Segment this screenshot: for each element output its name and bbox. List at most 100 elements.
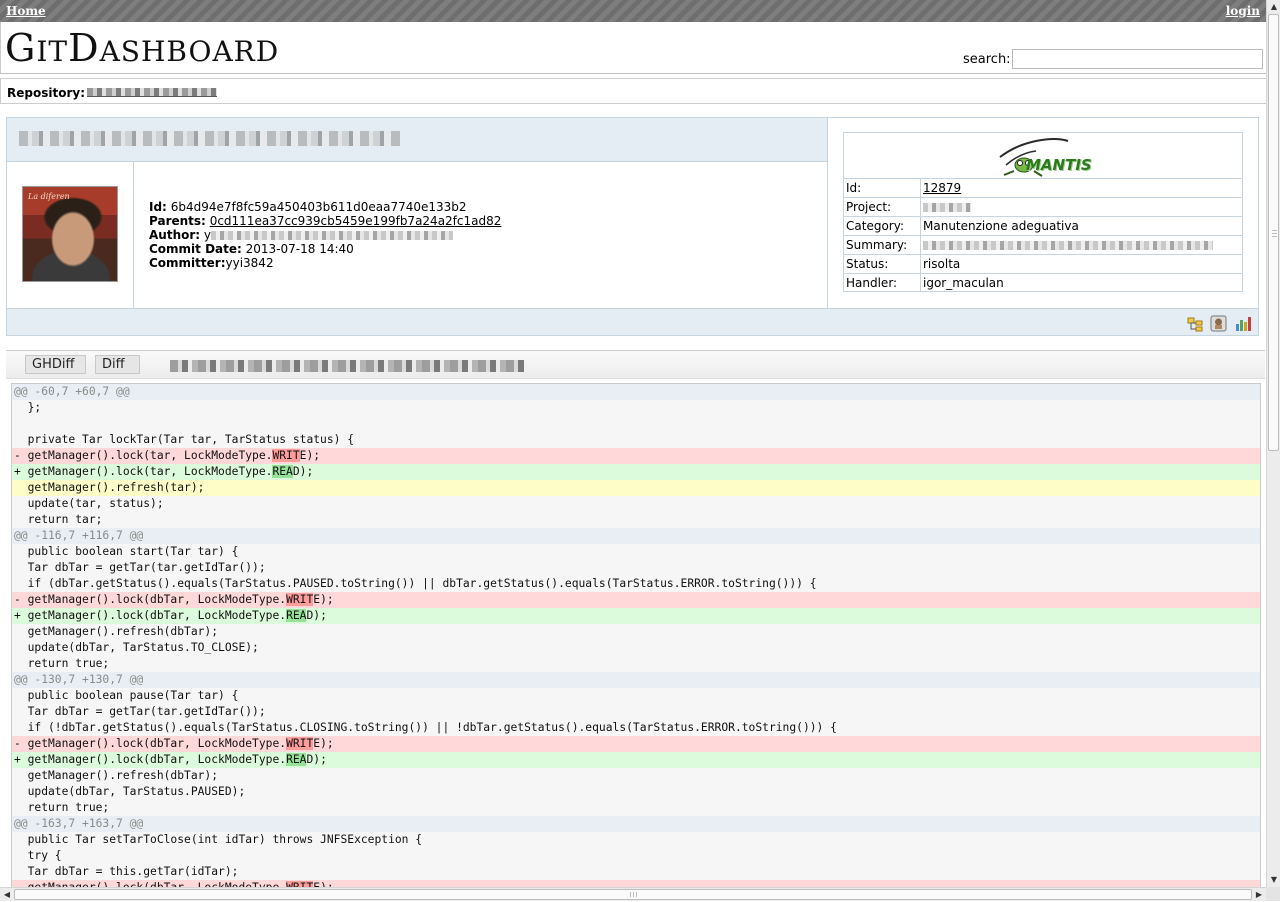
mantis-value: igor_maculan xyxy=(923,276,1004,290)
scroll-up-arrow-icon[interactable]: ▲ xyxy=(1267,0,1280,14)
commit-id-label: Id: xyxy=(149,200,167,214)
diff-line: if (dbTar.getStatus().equals(TarStatus.P… xyxy=(12,576,1260,592)
puzzle-icon[interactable] xyxy=(1210,315,1227,332)
diff-line: getManager().refresh(tar); xyxy=(12,480,1260,496)
parent-commit-link[interactable]: 0cd111ea37cc939cb5459e199fb7a24a2fc1ad82 xyxy=(210,214,502,228)
diff-hunk-header: @@ -60,7 +60,7 @@ xyxy=(12,384,1260,400)
diff-line: public boolean pause(Tar tar) { xyxy=(12,688,1260,704)
mantis-issue-link[interactable]: 12879 xyxy=(923,179,961,197)
tree-icon[interactable] xyxy=(1187,315,1204,332)
vertical-scroll-thumb[interactable] xyxy=(1268,14,1279,451)
chart-icon[interactable] xyxy=(1235,315,1252,332)
commit-parents-label: Parents: xyxy=(149,214,206,228)
diff-change-highlight: REA xyxy=(272,465,293,478)
diff-line: update(dbTar, TarStatus.TO_CLOSE); xyxy=(12,640,1260,656)
diff-line: + getManager().lock(dbTar, LockModeType.… xyxy=(12,752,1260,768)
committer-value: yyi3842 xyxy=(225,256,274,270)
search-input[interactable] xyxy=(1012,49,1263,69)
committer-row: Committer:yyi3842 xyxy=(149,256,501,270)
search-label: search: xyxy=(963,52,1011,67)
scrollbar-corner xyxy=(1266,887,1280,901)
diff-line: update(tar, status); xyxy=(12,496,1260,512)
diff-line: Tar dbTar = this.getTar(idTar); xyxy=(12,864,1260,880)
commit-author-value: y xyxy=(203,228,212,242)
mantis-key: Project: xyxy=(844,198,921,216)
diff-line: public Tar setTarToClose(int idTar) thro… xyxy=(12,832,1260,848)
diff-line: + getManager().lock(tar, LockModeType.RE… xyxy=(12,464,1260,480)
diff-line: return tar; xyxy=(12,512,1260,528)
mantis-logo[interactable]: MANTIS xyxy=(996,135,1092,177)
diff-line-text: D); xyxy=(292,465,314,478)
commit-info: La diferen Id: 6b4d94e7f8fc59a450403b611… xyxy=(7,162,828,308)
diff-tabs-bar: GHDiff Diff xyxy=(6,350,1265,379)
diff-hunk-header: @@ -163,7 +163,7 @@ xyxy=(12,816,1260,832)
diff-line-text: E); xyxy=(313,737,334,750)
scroll-left-arrow-icon[interactable]: ◀ xyxy=(0,888,14,902)
app-logo[interactable]: GITDASHBOARD xyxy=(5,28,279,72)
commit-parents-row: Parents: 0cd111ea37cc939cb5459e199fb7a24… xyxy=(149,214,501,228)
diff-change-highlight: REA xyxy=(286,753,307,766)
diff-line-text: + getManager().lock(dbTar, LockModeType. xyxy=(14,609,287,622)
mantis-project-redacted xyxy=(923,198,971,216)
mantis-logo-cell: MANTIS xyxy=(844,133,1242,179)
commit-id-row: Id: 6b4d94e7f8fc59a450403b611d0eaa7740e1… xyxy=(149,200,501,214)
diff-line-text: D); xyxy=(306,609,327,622)
tab-diff[interactable]: Diff xyxy=(95,355,140,374)
avatar-caption: La diferen xyxy=(28,192,70,201)
diff-line: - getManager().lock(dbTar, LockModeType.… xyxy=(12,592,1260,608)
repository-link-redacted[interactable] xyxy=(87,88,217,97)
diff-change-highlight: WRIT xyxy=(286,593,314,606)
avatar: La diferen xyxy=(22,186,118,282)
mantis-key: Summary: xyxy=(844,236,921,254)
commit-panel: La diferen Id: 6b4d94e7f8fc59a450403b611… xyxy=(6,117,1259,336)
diff-line: }; xyxy=(12,400,1260,416)
diff-line: getManager().refresh(dbTar); xyxy=(12,624,1260,640)
top-nav-bar: Home login xyxy=(0,0,1266,22)
diff-line-text: - getManager().lock(dbTar, LockModeType. xyxy=(14,593,287,606)
horizontal-scroll-thumb[interactable] xyxy=(14,889,1252,900)
repository-label: Repository: xyxy=(7,86,85,100)
scroll-down-arrow-icon[interactable]: ▼ xyxy=(1267,873,1280,887)
diff-line xyxy=(12,416,1260,432)
tab-ghdiff[interactable]: GHDiff xyxy=(25,355,86,374)
diff-line: return true; xyxy=(12,800,1260,816)
diff-line: private Tar lockTar(Tar tar, TarStatus s… xyxy=(12,432,1260,448)
diff-change-highlight: WRIT xyxy=(272,449,300,462)
diff-line: if (!dbTar.getStatus().equals(TarStatus.… xyxy=(12,720,1260,736)
commit-message-header xyxy=(7,118,828,162)
mantis-key: Status: xyxy=(844,255,921,273)
commit-date-value: 2013-07-18 14:40 xyxy=(245,242,354,256)
file-path-redacted xyxy=(170,360,524,372)
page: Home login GITDASHBOARD search: Reposito… xyxy=(0,0,1266,887)
scroll-right-arrow-icon[interactable]: ▶ xyxy=(1252,888,1266,902)
diff-line: + getManager().lock(dbTar, LockModeType.… xyxy=(12,608,1260,624)
diff-line: try { xyxy=(12,848,1260,864)
diff-line-text: D); xyxy=(306,753,327,766)
login-link[interactable]: login xyxy=(1226,4,1260,18)
diff-line: - getManager().lock(dbTar, LockModeType.… xyxy=(12,736,1260,752)
mantis-row-status: Status: risolta xyxy=(844,255,1242,274)
diff-line: Tar dbTar = getTar(tar.getIdTar()); xyxy=(12,560,1260,576)
diff-line-text: + getManager().lock(tar, LockModeType. xyxy=(14,465,273,478)
mantis-value: risolta xyxy=(923,257,961,271)
mantis-key: Category: xyxy=(844,217,921,235)
diff-line-text: + getManager().lock(dbTar, LockModeType. xyxy=(14,753,287,766)
commit-id-value: 6b4d94e7f8fc59a450403b611d0eaa7740e133b2 xyxy=(170,200,467,214)
vertical-scrollbar[interactable]: ▲ ▼ xyxy=(1266,0,1280,887)
mantis-key: Id: xyxy=(844,179,921,197)
commit-message-redacted xyxy=(19,131,400,146)
commit-date-row: Commit Date: 2013-07-18 14:40 xyxy=(149,242,501,256)
diff-line: update(dbTar, TarStatus.PAUSED); xyxy=(12,784,1260,800)
mantis-row-category: Category: Manutenzione adeguativa xyxy=(844,217,1242,236)
diff-hunk-header: @@ -116,7 +116,7 @@ xyxy=(12,528,1260,544)
commit-author-label: Author: xyxy=(149,228,201,242)
committer-label: Committer: xyxy=(149,256,226,270)
home-link[interactable]: Home xyxy=(6,4,46,18)
mantis-row-project: Project: xyxy=(844,198,1242,217)
diff-line: - getManager().lock(tar, LockModeType.WR… xyxy=(12,448,1260,464)
commit-date-label: Commit Date: xyxy=(149,242,242,256)
horizontal-scrollbar[interactable]: ◀ ▶ xyxy=(0,887,1266,901)
diff-line: Tar dbTar = getTar(tar.getIdTar()); xyxy=(12,704,1260,720)
mantis-value: Manutenzione adeguativa xyxy=(923,219,1079,233)
mantis-key: Handler: xyxy=(844,274,921,292)
